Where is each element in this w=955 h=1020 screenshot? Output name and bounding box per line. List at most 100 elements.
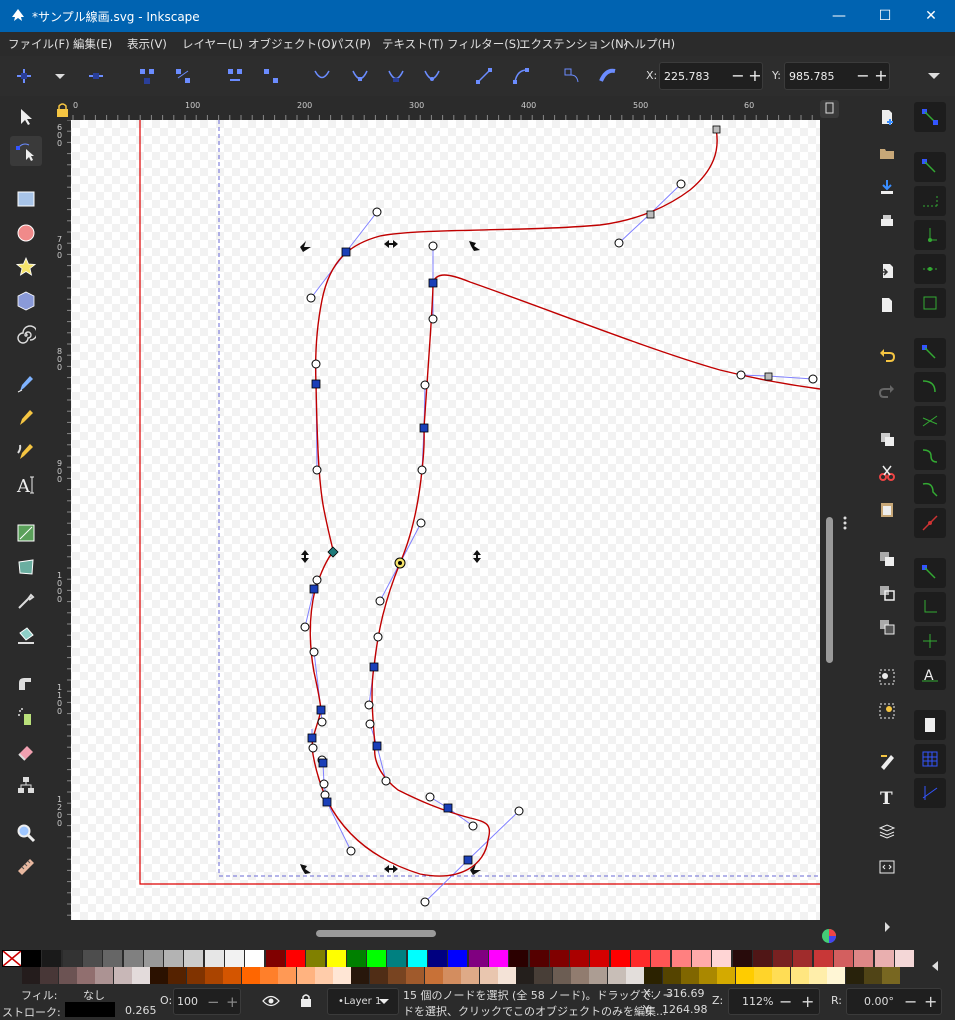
snap-enable-toggle[interactable] (914, 102, 946, 132)
snap-bbox-corner-toggle[interactable] (914, 220, 946, 250)
snap-grid-toggle[interactable] (914, 744, 946, 774)
cut-button[interactable] (876, 462, 898, 484)
color-swatch[interactable] (442, 967, 461, 984)
color-swatch[interactable] (448, 950, 468, 967)
spray-tool[interactable] (10, 702, 42, 732)
node-cusp-icon[interactable] (312, 66, 332, 86)
connector-tool[interactable] (10, 770, 42, 800)
snap-guide-toggle[interactable] (914, 778, 946, 808)
color-swatch[interactable] (845, 967, 864, 984)
snap-paths-toggle[interactable] (914, 372, 946, 402)
x-decrement-button[interactable]: − (730, 66, 746, 85)
3d-box-tool[interactable] (10, 286, 42, 316)
color-swatch[interactable] (717, 967, 736, 984)
mesh-tool[interactable] (10, 552, 42, 582)
color-swatch[interactable] (205, 967, 223, 984)
copy-button[interactable] (876, 428, 898, 450)
x-increment-button[interactable]: + (747, 66, 763, 85)
color-swatch[interactable] (326, 950, 346, 967)
color-swatch[interactable] (241, 967, 260, 984)
color-swatch[interactable] (278, 967, 297, 984)
rotation-input[interactable]: 0.00° − + (846, 988, 942, 1015)
snap-bbox-midpoint-toggle[interactable] (914, 254, 946, 284)
color-swatch[interactable] (894, 950, 914, 967)
color-swatch[interactable] (369, 967, 388, 984)
color-swatch[interactable] (610, 950, 630, 967)
color-swatch[interactable] (346, 950, 366, 967)
gradient-tool[interactable] (10, 518, 42, 548)
color-swatch[interactable] (131, 967, 150, 984)
color-swatch[interactable] (225, 950, 244, 967)
color-swatch[interactable] (150, 967, 169, 984)
menu-filters[interactable]: フィルター(S) (447, 36, 521, 52)
color-swatch[interactable] (834, 950, 853, 967)
menu-help[interactable]: ヘルプ(H) (623, 36, 675, 52)
layer-lock-icon[interactable] (299, 992, 313, 1008)
snap-smooth-toggle[interactable] (914, 474, 946, 504)
color-swatch[interactable] (863, 967, 882, 984)
layer-dropdown[interactable]: •Layer 1 (327, 988, 399, 1015)
ungroup-button[interactable] (876, 700, 898, 722)
zoom-in-button[interactable]: + (801, 992, 814, 1011)
menu-layer[interactable]: レイヤー(L) (182, 36, 243, 52)
zoom-tool[interactable] (10, 818, 42, 848)
color-swatch[interactable] (40, 967, 59, 984)
dropdown-arrow-icon[interactable] (50, 66, 70, 86)
zoom-out-button[interactable]: − (779, 992, 792, 1011)
color-swatch[interactable] (752, 950, 772, 967)
color-swatch[interactable] (735, 967, 754, 984)
vertical-scroll-thumb[interactable] (826, 517, 833, 663)
color-swatch[interactable] (651, 950, 671, 967)
color-swatch[interactable] (671, 950, 691, 967)
color-swatch[interactable] (314, 967, 333, 984)
color-swatch[interactable] (42, 950, 62, 967)
rectangle-tool[interactable] (10, 184, 42, 214)
y-increment-button[interactable]: + (873, 66, 889, 85)
snap-bbox-center-toggle[interactable] (914, 288, 946, 318)
dock-handle[interactable] (841, 515, 849, 531)
save-button[interactable] (876, 176, 898, 198)
color-swatch[interactable] (497, 967, 516, 984)
clone-button[interactable] (876, 582, 898, 604)
menu-path[interactable]: パス(P) (332, 36, 371, 52)
color-swatch[interactable] (164, 950, 184, 967)
color-swatch[interactable] (428, 950, 447, 967)
horizontal-scrollbar[interactable] (71, 920, 820, 946)
duplicate-button[interactable] (876, 548, 898, 570)
undo-button[interactable] (876, 344, 898, 366)
pen-tool[interactable] (10, 368, 42, 398)
color-swatch[interactable] (691, 950, 711, 967)
star-tool[interactable] (10, 252, 42, 282)
color-swatch[interactable] (186, 967, 205, 984)
color-swatch[interactable] (625, 967, 644, 984)
color-swatch[interactable] (245, 950, 265, 967)
color-swatch[interactable] (534, 967, 553, 984)
eraser-tool[interactable] (10, 736, 42, 766)
color-swatch[interactable] (773, 950, 793, 967)
redo-button[interactable] (876, 380, 898, 402)
layers-button[interactable] (876, 820, 898, 842)
color-swatch[interactable] (479, 967, 498, 984)
rotate-ccw-button[interactable]: − (904, 992, 917, 1011)
paint-bucket-tool[interactable] (10, 620, 42, 650)
node-tool[interactable] (10, 136, 42, 166)
drawing-canvas[interactable] (71, 120, 820, 920)
unlink-clone-button[interactable] (876, 616, 898, 638)
color-swatch[interactable] (306, 950, 326, 967)
color-wheel-icon[interactable] (820, 926, 839, 946)
color-swatch[interactable] (874, 950, 894, 967)
tweak-tool[interactable] (10, 668, 42, 698)
color-swatch[interactable] (103, 950, 123, 967)
color-swatch[interactable] (549, 950, 569, 967)
color-swatch[interactable] (509, 950, 529, 967)
color-swatch[interactable] (680, 967, 699, 984)
color-swatch[interactable] (22, 950, 41, 967)
color-swatch[interactable] (296, 967, 315, 984)
import-button[interactable] (876, 260, 898, 282)
delete-segment-icon[interactable] (261, 66, 281, 86)
color-swatch[interactable] (285, 950, 305, 967)
zoom-input[interactable]: 112% − + (728, 988, 820, 1015)
color-swatch[interactable] (95, 967, 114, 984)
text-tool[interactable]: A (10, 470, 42, 500)
snap-line-midpoint-toggle[interactable] (914, 508, 946, 538)
